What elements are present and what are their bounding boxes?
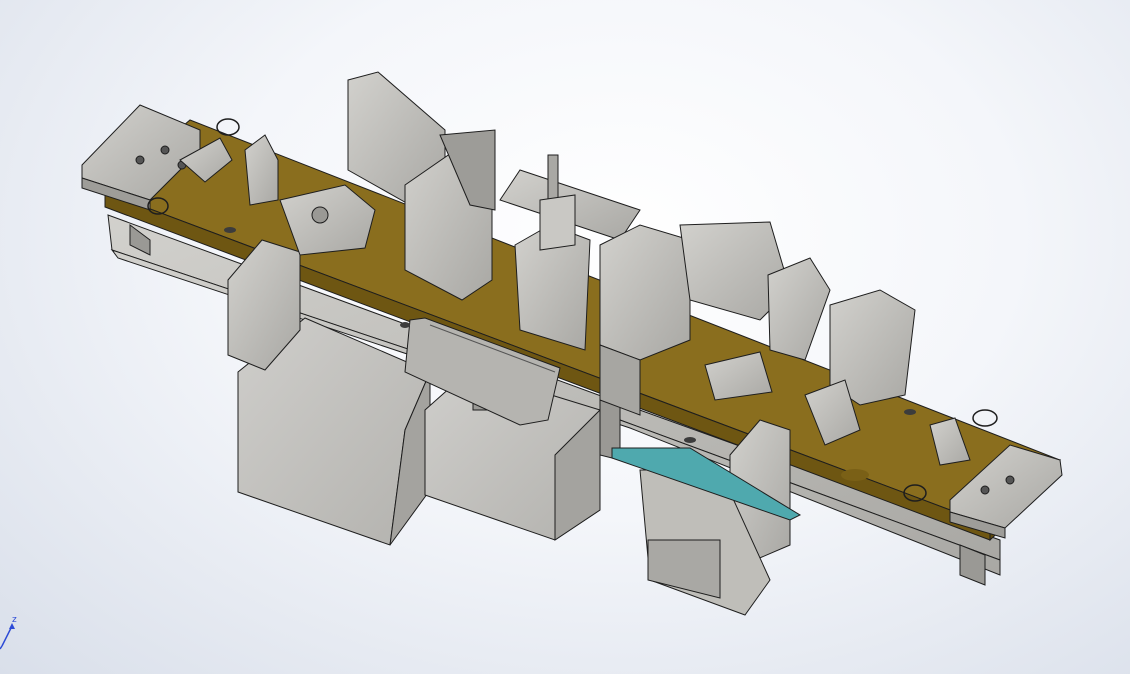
assembly-model[interactable] <box>0 0 1130 674</box>
axis-triad-icon <box>0 623 15 650</box>
triad-z-label: z <box>12 615 17 625</box>
graphics-viewport[interactable]: z <box>0 0 1130 674</box>
